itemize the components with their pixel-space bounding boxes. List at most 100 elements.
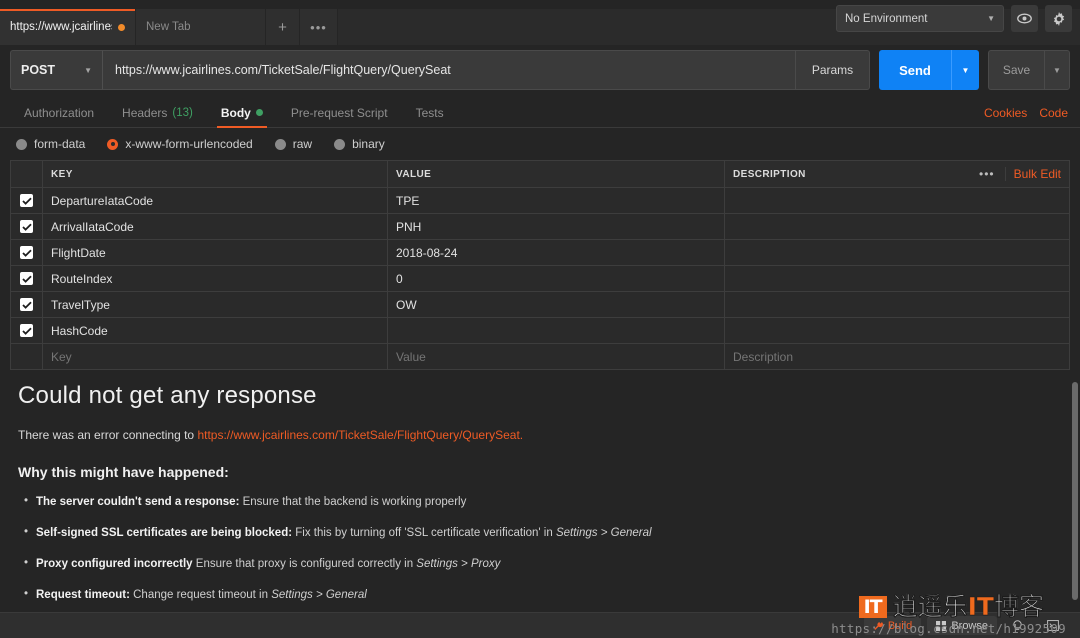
table-row[interactable]: FlightDate 2018-08-24 (11, 240, 1069, 266)
send-button-group: Send ▼ (879, 50, 979, 90)
row-description-cell[interactable] (725, 318, 1069, 343)
save-button[interactable]: Save (988, 50, 1044, 90)
request-tab-new[interactable]: New Tab (136, 9, 266, 45)
reason-italic: Settings > General (555, 527, 652, 539)
row-checkbox[interactable] (11, 266, 43, 291)
request-url-input[interactable]: https://www.jcairlines.com/TicketSale/Fl… (102, 50, 796, 90)
table-row[interactable]: DepartureIataCode TPE (11, 188, 1069, 214)
body-type-binary[interactable]: binary (334, 137, 385, 151)
row-value-cell[interactable]: OW (388, 292, 725, 317)
row-value-text: 0 (396, 271, 403, 286)
body-type-form-data-label: form-data (34, 137, 86, 151)
tab-options-button[interactable]: ••• (300, 9, 338, 45)
row-key-cell[interactable]: DepartureIataCode (43, 188, 388, 213)
row-value-cell[interactable]: TPE (388, 188, 725, 213)
send-button[interactable]: Send (879, 50, 951, 90)
tab-pre-request-script-label: Pre-request Script (290, 105, 388, 120)
row-key-cell[interactable]: ArrivalIataCode (43, 214, 388, 239)
response-vertical-scrollbar[interactable] (1072, 382, 1078, 600)
body-type-raw[interactable]: raw (274, 137, 312, 151)
table-row[interactable]: HashCode (11, 318, 1069, 344)
gear-icon (1053, 11, 1064, 26)
cookies-link[interactable]: Cookies (984, 106, 1027, 120)
bulb-button[interactable] (1003, 616, 1032, 635)
row-value-cell[interactable]: 0 (388, 266, 725, 291)
row-description-cell[interactable] (725, 292, 1069, 317)
table-row[interactable]: ArrivalIataCode PNH (11, 214, 1069, 240)
tab-body[interactable]: Body (207, 98, 277, 128)
row-value-text: 2018-08-24 (396, 245, 458, 260)
tab-pre-request-script[interactable]: Pre-request Script (277, 98, 402, 127)
row-checkbox-empty[interactable] (11, 344, 43, 369)
new-description-placeholder: Description (733, 349, 794, 364)
save-button-group: Save ▼ (988, 50, 1070, 90)
row-checkbox[interactable] (11, 188, 43, 213)
request-url-row: POST ▼ https://www.jcairlines.com/Ticket… (10, 50, 1070, 90)
unsaved-indicator-icon (118, 23, 125, 31)
error-url-link[interactable]: https://www.jcairlines.com/TicketSale/Fl… (197, 428, 523, 442)
build-button[interactable]: Build (863, 616, 922, 635)
row-value-cell[interactable]: 2018-08-24 (388, 240, 725, 265)
environment-area: No Environment ▼ (836, 5, 1072, 32)
row-checkbox[interactable] (11, 240, 43, 265)
row-key-cell[interactable]: TravelType (43, 292, 388, 317)
row-description-cell[interactable] (725, 266, 1069, 291)
browse-button[interactable]: Browse (927, 616, 997, 635)
row-description-cell[interactable] (725, 214, 1069, 239)
radio-selected-icon (107, 138, 119, 150)
checkbox-checked-icon (20, 298, 33, 311)
body-type-form-data[interactable]: form-data (16, 137, 85, 151)
row-key-cell[interactable]: FlightDate (43, 240, 388, 265)
new-tab-button[interactable]: + (266, 9, 300, 45)
params-button[interactable]: Params (796, 50, 870, 90)
tab-headers[interactable]: Headers (13) (108, 98, 207, 127)
row-checkbox[interactable] (11, 214, 43, 239)
reason-rest: Ensure that proxy is configured correctl… (192, 558, 417, 570)
reason-italic: Settings > General (271, 589, 367, 601)
tab-authorization[interactable]: Authorization (10, 98, 108, 127)
table-row-placeholder[interactable]: Key Value Description (11, 344, 1069, 370)
new-key-input[interactable]: Key (43, 344, 388, 369)
header-description-label: DESCRIPTION (733, 168, 806, 180)
http-method-label: POST (21, 63, 56, 77)
new-description-input[interactable]: Description (725, 344, 1069, 369)
row-key-text: RouteIndex (51, 271, 113, 286)
save-options-button[interactable]: ▼ (1044, 50, 1070, 90)
new-value-input[interactable]: Value (388, 344, 725, 369)
body-params-table: KEY VALUE DESCRIPTION ••• Bulk Edit Depa… (10, 160, 1070, 370)
row-description-cell[interactable] (725, 188, 1069, 213)
reason-rest: Fix this by turning off 'SSL certificate… (292, 527, 556, 539)
radio-icon (334, 138, 346, 150)
row-value-cell[interactable]: PNH (388, 214, 725, 239)
table-row[interactable]: RouteIndex 0 (11, 266, 1069, 292)
request-tab-jcairlines[interactable]: https://www.jcairlines. (0, 9, 136, 45)
console-button[interactable] (1038, 616, 1068, 635)
tab-tests[interactable]: Tests (402, 98, 458, 127)
code-link[interactable]: Code (1039, 106, 1068, 120)
header-description-cell: DESCRIPTION ••• Bulk Edit (725, 161, 1069, 187)
body-type-urlencoded-label: x-www-form-urlencoded (125, 137, 253, 151)
row-checkbox[interactable] (11, 292, 43, 317)
environment-selector[interactable]: No Environment ▼ (836, 5, 1004, 32)
send-options-button[interactable]: ▼ (951, 50, 979, 90)
row-description-cell[interactable] (725, 240, 1069, 265)
bulb-icon (1013, 619, 1022, 630)
headers-count: (13) (172, 106, 193, 119)
row-value-cell[interactable] (388, 318, 725, 343)
bulk-edit-button[interactable]: Bulk Edit (1006, 167, 1069, 181)
environment-quick-look-button[interactable] (1011, 5, 1038, 32)
tab-list: https://www.jcairlines. New Tab + ••• (0, 0, 338, 45)
row-key-cell[interactable]: HashCode (43, 318, 388, 343)
row-checkbox[interactable] (11, 318, 43, 343)
http-method-selector[interactable]: POST ▼ (10, 50, 102, 90)
browser-tab-bar: https://www.jcairlines. New Tab + ••• No… (0, 0, 1080, 45)
list-item: Request timeout: Change request timeout … (24, 588, 1062, 601)
settings-button[interactable] (1045, 5, 1072, 32)
error-subtitle: There was an error connecting to https:/… (18, 428, 1062, 442)
body-type-urlencoded[interactable]: x-www-form-urlencoded (107, 137, 253, 151)
row-key-cell[interactable]: RouteIndex (43, 266, 388, 291)
table-options-button[interactable]: ••• (969, 167, 1006, 181)
radio-icon (274, 138, 286, 150)
browse-label: Browse (951, 619, 988, 632)
table-row[interactable]: TravelType OW (11, 292, 1069, 318)
